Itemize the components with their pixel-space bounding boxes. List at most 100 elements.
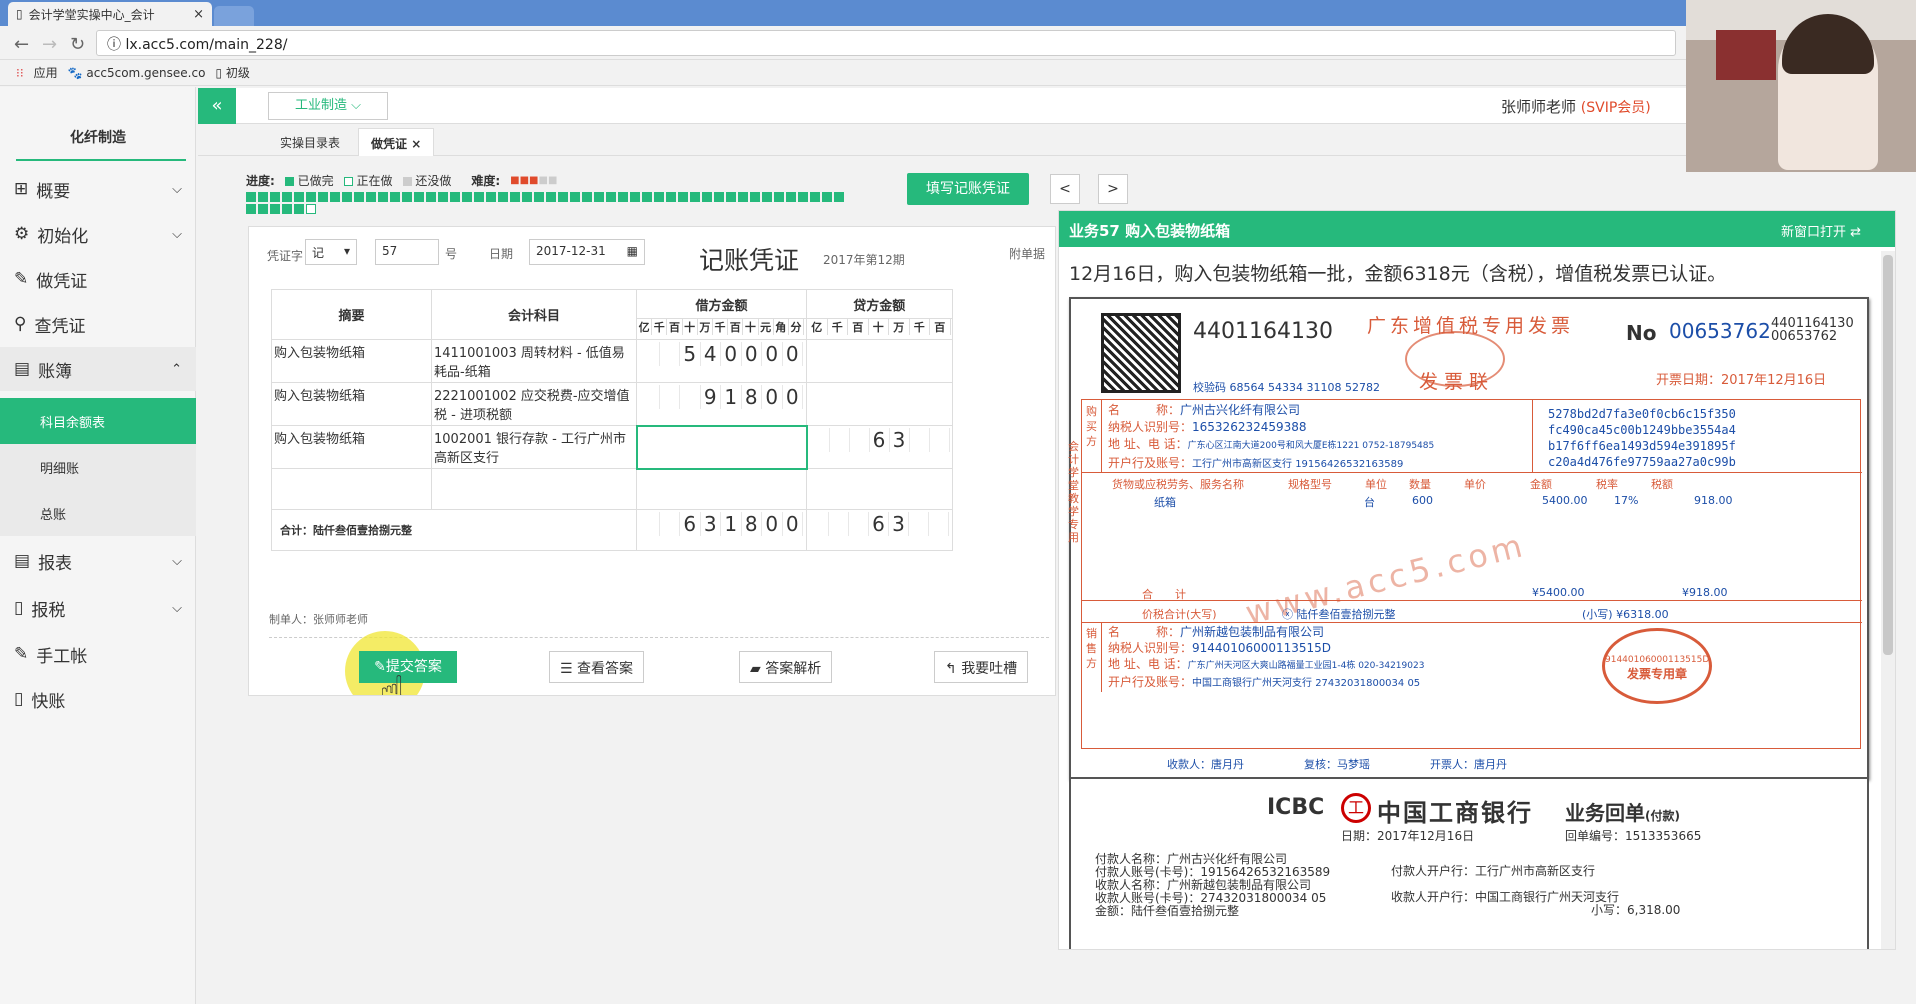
progress-cell[interactable]: [666, 192, 676, 202]
date-input[interactable]: 2017-12-31 ▦: [529, 239, 645, 265]
progress-cell[interactable]: [834, 192, 844, 202]
sidebar-item-manual[interactable]: ✎ 手工帐: [0, 632, 196, 676]
forward-icon[interactable]: →: [42, 34, 57, 55]
debit-cell[interactable]: 91800: [636, 382, 807, 426]
sidebar-subitem-balance[interactable]: 科目余额表: [0, 398, 196, 444]
close-icon[interactable]: ×: [193, 7, 204, 22]
progress-cell[interactable]: [402, 192, 412, 202]
view-answer-button[interactable]: ☰ 查看答案: [549, 651, 645, 683]
credit-cell[interactable]: [806, 382, 953, 426]
url-input[interactable]: ⓘ lx.acc5.com/main_228/: [96, 30, 1676, 56]
progress-cell[interactable]: [258, 204, 268, 214]
progress-cell[interactable]: [366, 192, 376, 202]
progress-cell[interactable]: [246, 192, 256, 202]
progress-cell[interactable]: [438, 192, 448, 202]
progress-cell[interactable]: [414, 192, 424, 202]
sidebar-item-overview[interactable]: ⊞ 概要 ⌵: [0, 167, 196, 211]
prev-button[interactable]: <: [1050, 174, 1080, 204]
progress-cell[interactable]: [294, 192, 304, 202]
scrollbar-thumb[interactable]: [1883, 255, 1893, 655]
progress-cell[interactable]: [558, 192, 568, 202]
debit-cell[interactable]: 540000: [636, 339, 807, 383]
progress-cell[interactable]: [270, 204, 280, 214]
bookmark-apps[interactable]: 应用: [34, 64, 58, 81]
sidebar-item-quick[interactable]: ▯ 快账: [0, 677, 196, 721]
sidebar-item-reports[interactable]: ▤ 报表 ⌵: [0, 539, 196, 583]
progress-cell[interactable]: [390, 192, 400, 202]
progress-cell[interactable]: [618, 192, 628, 202]
account-cell[interactable]: 1411001003 周转材料 - 低值易耗品-纸箱: [431, 339, 637, 383]
progress-cell[interactable]: [330, 192, 340, 202]
progress-cell[interactable]: [462, 192, 472, 202]
sidebar-item-tax[interactable]: ▯ 报税 ⌵: [0, 586, 196, 630]
credit-cell[interactable]: 63: [806, 425, 953, 469]
progress-cell[interactable]: [702, 192, 712, 202]
progress-cell[interactable]: [582, 192, 592, 202]
submit-answer-button[interactable]: ✎提交答案: [359, 651, 457, 683]
answer-analysis-button[interactable]: ▰ 答案解析: [739, 651, 833, 683]
progress-cell[interactable]: [810, 192, 820, 202]
new-tab-button[interactable]: [214, 6, 254, 26]
progress-cell[interactable]: [318, 192, 328, 202]
progress-cell[interactable]: [306, 192, 316, 202]
progress-cell[interactable]: [750, 192, 760, 202]
progress-cell[interactable]: [426, 192, 436, 202]
collapse-sidebar-button[interactable]: «: [198, 88, 236, 124]
progress-cell[interactable]: [486, 192, 496, 202]
progress-cell[interactable]: [594, 192, 604, 202]
progress-cell[interactable]: [534, 192, 544, 202]
progress-cell[interactable]: [726, 192, 736, 202]
summary-cell[interactable]: 购入包装物纸箱: [271, 339, 432, 383]
sidebar-item-search-voucher[interactable]: ⚲ 查凭证: [0, 302, 196, 346]
bookmark-chuji[interactable]: ▯ 初级: [215, 64, 249, 81]
progress-cell[interactable]: [282, 192, 292, 202]
progress-cell[interactable]: [642, 192, 652, 202]
progress-cell[interactable]: [258, 192, 268, 202]
progress-cell[interactable]: [678, 192, 688, 202]
fill-voucher-button[interactable]: 填写记账凭证: [907, 173, 1029, 205]
progress-cell[interactable]: [246, 204, 256, 214]
apps-icon[interactable]: ⁝⁝: [16, 66, 24, 80]
voucher-number-input[interactable]: 57: [375, 239, 439, 265]
summary-cell[interactable]: 购入包装物纸箱: [271, 425, 432, 469]
progress-cell[interactable]: [654, 192, 664, 202]
progress-cell[interactable]: [342, 192, 352, 202]
tab-catalog[interactable]: 实操目录表: [268, 128, 352, 156]
progress-cell[interactable]: [714, 192, 724, 202]
back-icon[interactable]: ←: [14, 34, 29, 55]
progress-cell[interactable]: [306, 204, 316, 214]
progress-cell[interactable]: [570, 192, 580, 202]
progress-cell[interactable]: [510, 192, 520, 202]
summary-cell[interactable]: 购入包装物纸箱: [271, 382, 432, 426]
progress-cell[interactable]: [378, 192, 388, 202]
debit-cell-active[interactable]: [635, 424, 808, 470]
progress-cell[interactable]: [630, 192, 640, 202]
progress-cell[interactable]: [498, 192, 508, 202]
browser-tab[interactable]: ▯ 会计学堂实操中心_会计 ×: [8, 2, 212, 26]
progress-cell[interactable]: [270, 192, 280, 202]
account-cell[interactable]: 1002001 银行存款 - 工行广州市高新区支行: [431, 425, 637, 469]
sidebar-item-make-voucher[interactable]: ✎ 做凭证: [0, 257, 196, 301]
sidebar-item-books[interactable]: ▤ 账簿 ⌃: [0, 347, 196, 391]
tab-make-voucher[interactable]: 做凭证 ×: [358, 128, 435, 156]
progress-cell[interactable]: [786, 192, 796, 202]
progress-cell[interactable]: [294, 204, 304, 214]
progress-cell[interactable]: [546, 192, 556, 202]
sidebar-subitem-general[interactable]: 总账: [0, 490, 196, 536]
progress-cell[interactable]: [606, 192, 616, 202]
account-cell[interactable]: 2221001002 应交税费-应交增值税 - 进项税额: [431, 382, 637, 426]
sidebar-subitem-detail[interactable]: 明细账: [0, 444, 196, 490]
user-info[interactable]: 张师师老师 (SVIP会员): [1501, 96, 1651, 117]
industry-select[interactable]: 工业制造 ⌵: [268, 92, 388, 120]
progress-cell[interactable]: [762, 192, 772, 202]
progress-cell[interactable]: [738, 192, 748, 202]
progress-cell[interactable]: [822, 192, 832, 202]
progress-grid[interactable]: [246, 192, 846, 216]
feedback-button[interactable]: ↰ 我要吐槽: [934, 651, 1029, 683]
scrollbar[interactable]: [1881, 251, 1895, 949]
progress-cell[interactable]: [282, 204, 292, 214]
progress-cell[interactable]: [774, 192, 784, 202]
bookmark-gensee[interactable]: 🐾 acc5com.gensee.co: [68, 66, 206, 80]
next-button[interactable]: >: [1098, 174, 1128, 204]
credit-cell[interactable]: [806, 339, 953, 383]
